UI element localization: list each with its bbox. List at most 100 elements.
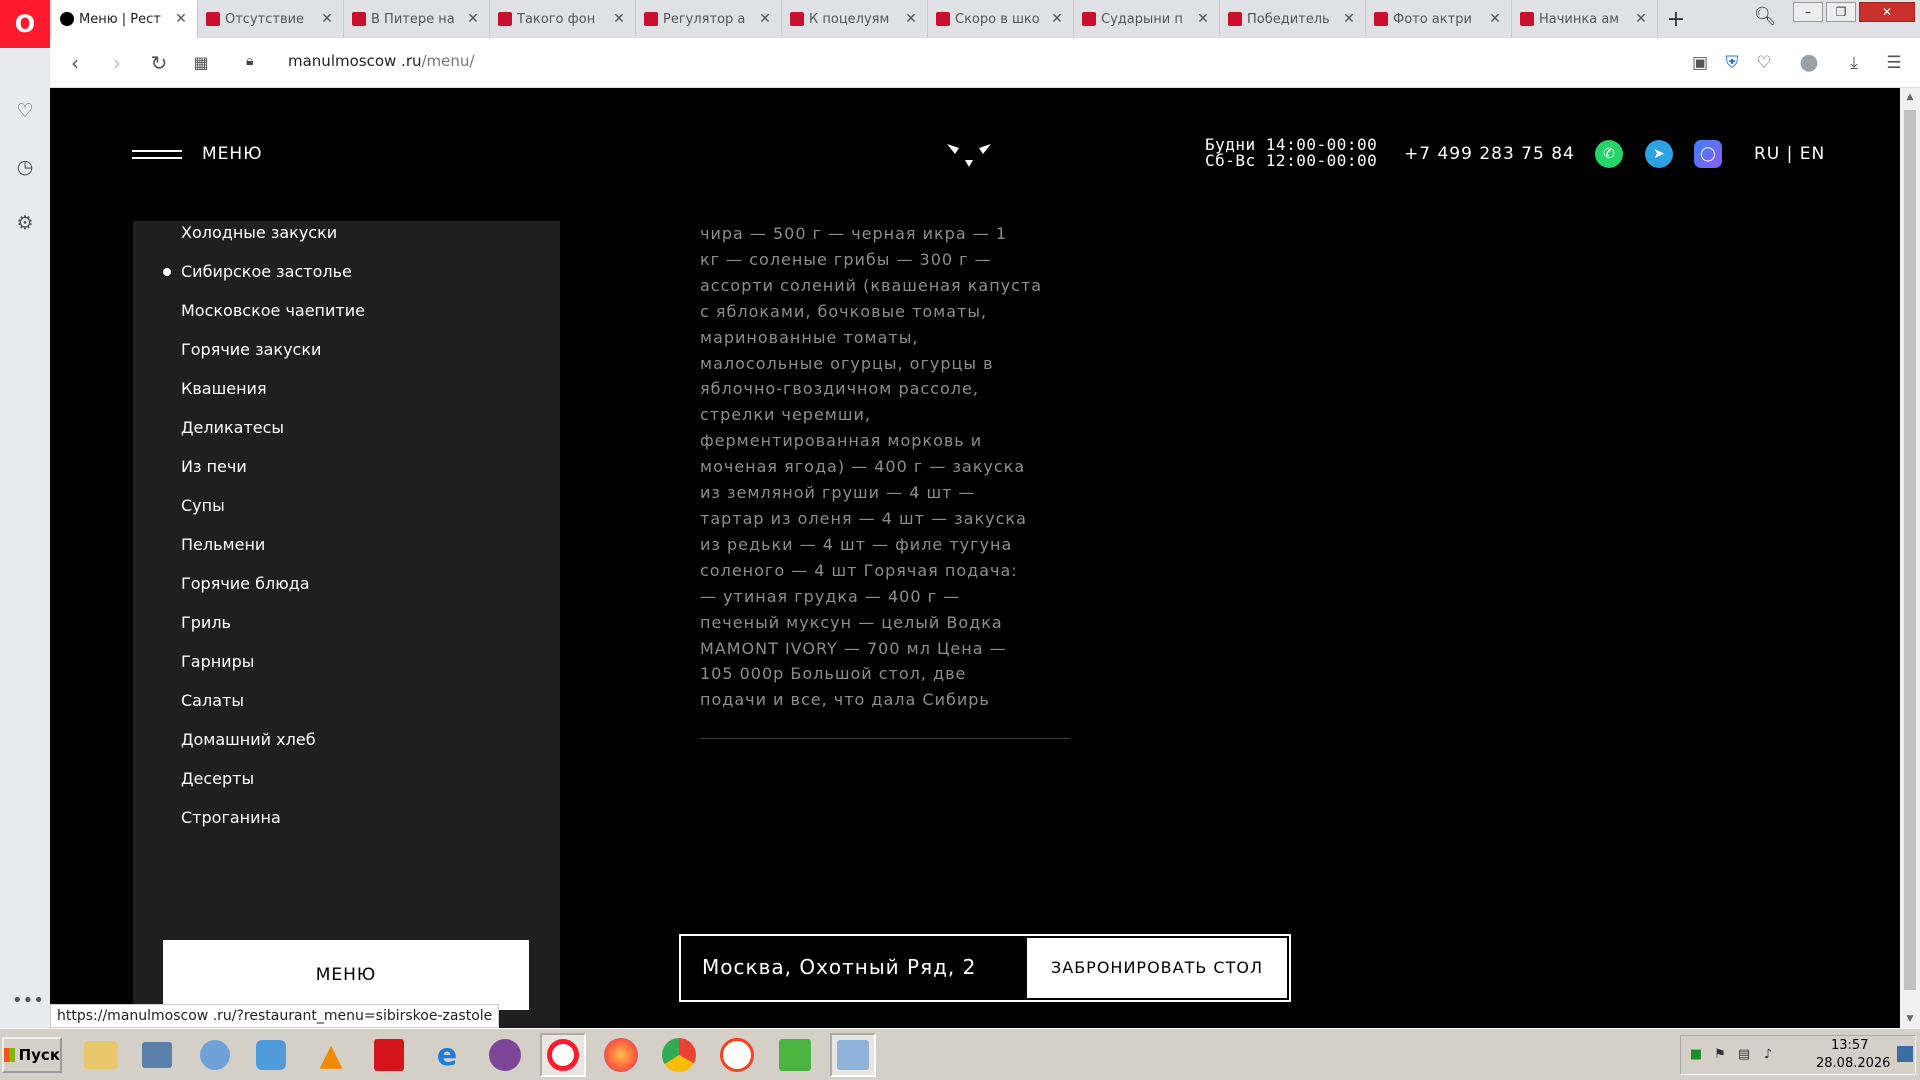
yandex-browser-icon[interactable] bbox=[714, 1033, 760, 1077]
tab-close-icon[interactable]: ✕ bbox=[319, 11, 335, 27]
tab-close-icon[interactable]: ✕ bbox=[1633, 11, 1649, 27]
network-icon[interactable] bbox=[192, 1033, 238, 1077]
windows-taskbar: Пуск ▲ e ■ ⚑ ▤ ♪ 13:57 28.08.2026 bbox=[0, 1028, 1920, 1080]
camera-icon[interactable]: ▣ bbox=[1687, 50, 1713, 76]
back-icon[interactable]: ‹ bbox=[62, 50, 88, 76]
reload-icon[interactable]: ↻ bbox=[146, 50, 172, 76]
browser-tab[interactable]: В Питере на ✕ bbox=[344, 0, 490, 38]
category-menu-button[interactable]: МЕНЮ bbox=[163, 940, 529, 1010]
category-item[interactable]: Холодные закуски bbox=[181, 223, 337, 242]
category-item[interactable]: Пельмени bbox=[181, 535, 265, 554]
tab-close-icon[interactable]: ✕ bbox=[1195, 11, 1211, 27]
shield-icon[interactable]: ⛨ bbox=[1719, 50, 1745, 76]
window-close-button[interactable]: ✕ bbox=[1859, 2, 1915, 22]
browser-tab[interactable]: Такого фон ✕ bbox=[490, 0, 636, 38]
vlc-icon[interactable]: ▲ bbox=[308, 1033, 354, 1077]
new-tab-icon[interactable]: + bbox=[1658, 0, 1694, 38]
book-table-button[interactable]: ЗАБРОНИРОВАТЬ СТОЛ bbox=[1027, 938, 1287, 998]
category-item[interactable]: Домашний хлеб bbox=[181, 730, 316, 749]
tor-browser-icon[interactable] bbox=[482, 1033, 528, 1077]
description-line: чира — 500 г — черная икра — 1 bbox=[700, 224, 1007, 243]
url-field[interactable]: manulmoscow .ru/menu/ bbox=[288, 52, 474, 70]
max-messenger-icon[interactable]: ◯ bbox=[1694, 140, 1722, 168]
network-tray-icon[interactable]: ▤ bbox=[1735, 1046, 1753, 1064]
tab-close-icon[interactable]: ✕ bbox=[1487, 11, 1503, 27]
tab-close-icon[interactable]: ✕ bbox=[1341, 11, 1357, 27]
telegram-icon[interactable]: ➤ bbox=[1645, 140, 1673, 168]
tab-close-icon[interactable]: ✕ bbox=[465, 11, 481, 27]
internet-explorer-icon[interactable]: e bbox=[424, 1033, 470, 1077]
tab-grid-icon[interactable]: ▦ bbox=[188, 50, 214, 76]
hamburger-menu-icon[interactable] bbox=[132, 150, 182, 164]
paint-icon[interactable] bbox=[830, 1033, 876, 1077]
category-item[interactable]: Деликатесы bbox=[181, 418, 284, 437]
scroll-up-icon[interactable]: ▲ bbox=[1900, 88, 1920, 106]
forward-icon[interactable]: › bbox=[104, 50, 130, 76]
chrome-icon[interactable] bbox=[656, 1033, 702, 1077]
browser-tab[interactable]: Скоро в шко ✕ bbox=[928, 0, 1074, 38]
firefox-icon[interactable] bbox=[598, 1033, 644, 1077]
page-scrollbar[interactable]: ▲ ▼ bbox=[1900, 88, 1920, 1028]
more-dots-icon[interactable]: ••• bbox=[12, 988, 44, 1014]
clock-time[interactable]: 13:57 bbox=[1831, 1038, 1868, 1053]
file-explorer-icon[interactable] bbox=[78, 1033, 124, 1077]
browser-tab[interactable]: Регулятор а ✕ bbox=[636, 0, 782, 38]
browser-tab[interactable]: Начинка ам ✕ bbox=[1512, 0, 1658, 38]
category-item[interactable]: Супы bbox=[181, 496, 225, 515]
media-player-icon[interactable] bbox=[248, 1033, 294, 1077]
category-item[interactable]: Гарниры bbox=[181, 652, 254, 671]
browser-tab[interactable]: Меню | Рест ✕ bbox=[52, 0, 198, 38]
acrobat-icon[interactable] bbox=[366, 1033, 412, 1077]
start-button[interactable]: Пуск bbox=[2, 1037, 62, 1073]
manul-logo-icon[interactable] bbox=[945, 140, 993, 170]
bookmarks-heart-icon[interactable]: ♡ bbox=[12, 98, 38, 124]
category-item[interactable]: Салаты bbox=[181, 691, 244, 710]
tab-search-icon[interactable]: 🔍︎ bbox=[1752, 6, 1778, 32]
easy-setup-icon[interactable]: ☰ bbox=[1881, 50, 1907, 76]
show-desktop-icon[interactable] bbox=[1897, 1046, 1913, 1062]
flag-tray-icon[interactable]: ⚑ bbox=[1711, 1046, 1729, 1064]
whatsapp-icon[interactable]: ✆ bbox=[1595, 140, 1623, 168]
category-item[interactable]: Десерты bbox=[181, 769, 254, 788]
category-item[interactable]: Строганина bbox=[181, 808, 281, 827]
category-item[interactable]: Из печи bbox=[181, 457, 247, 476]
tab-close-icon[interactable]: ✕ bbox=[611, 11, 627, 27]
browser-tab[interactable]: Победитель ✕ bbox=[1220, 0, 1366, 38]
clock-date[interactable]: 28.08.2026 bbox=[1816, 1056, 1890, 1071]
category-item[interactable]: Горячие блюда bbox=[181, 574, 310, 593]
browser-tab[interactable]: Фото актри ✕ bbox=[1366, 0, 1512, 38]
window-minimize-button[interactable]: – bbox=[1793, 2, 1823, 22]
utorrent-icon[interactable] bbox=[772, 1033, 818, 1077]
menu-link[interactable]: МЕНЮ bbox=[202, 144, 263, 164]
tab-close-icon[interactable]: ✕ bbox=[173, 11, 189, 27]
category-item[interactable]: Горячие закуски bbox=[181, 340, 321, 359]
scroll-thumb[interactable] bbox=[1904, 110, 1916, 990]
tab-close-icon[interactable]: ✕ bbox=[1049, 11, 1065, 27]
tab-close-icon[interactable]: ✕ bbox=[757, 11, 773, 27]
window-maximize-button[interactable]: ❐ bbox=[1826, 2, 1856, 22]
history-clock-icon[interactable]: ◷ bbox=[12, 154, 38, 180]
description-line: — утиная грудка — 400 г — bbox=[700, 586, 961, 606]
phone-link[interactable]: +7 499 283 75 84 bbox=[1404, 144, 1575, 164]
browser-tab[interactable]: К поцелуям ✕ bbox=[782, 0, 928, 38]
lock-icon[interactable]: 🔒︎ bbox=[246, 53, 260, 71]
download-icon[interactable]: ⤓ bbox=[1841, 50, 1867, 76]
heart-icon[interactable]: ♡ bbox=[1751, 50, 1777, 76]
category-item[interactable]: Сибирское застолье bbox=[181, 262, 352, 281]
volume-tray-icon[interactable]: ♪ bbox=[1759, 1046, 1777, 1064]
opera-taskbar-icon[interactable] bbox=[540, 1033, 586, 1077]
tab-favicon-icon bbox=[790, 12, 804, 26]
browser-tab[interactable]: Сударыни п ✕ bbox=[1074, 0, 1220, 38]
utorrent-tray-icon[interactable]: ■ bbox=[1687, 1046, 1705, 1064]
opera-logo-icon[interactable]: O bbox=[0, 0, 50, 48]
settings-gear-icon[interactable]: ⚙ bbox=[12, 210, 38, 236]
language-switcher[interactable]: RU | EN bbox=[1754, 144, 1825, 164]
scroll-down-icon[interactable]: ▼ bbox=[1900, 1010, 1920, 1028]
category-item[interactable]: Квашения bbox=[181, 379, 267, 398]
my-computer-icon[interactable] bbox=[134, 1033, 180, 1077]
tab-close-icon[interactable]: ✕ bbox=[903, 11, 919, 27]
category-item[interactable]: Московское чаепитие bbox=[181, 301, 365, 320]
browser-tab[interactable]: Отсутствие ✕ bbox=[198, 0, 344, 38]
avatar-icon[interactable]: ● bbox=[1796, 50, 1822, 76]
category-item[interactable]: Гриль bbox=[181, 613, 231, 632]
